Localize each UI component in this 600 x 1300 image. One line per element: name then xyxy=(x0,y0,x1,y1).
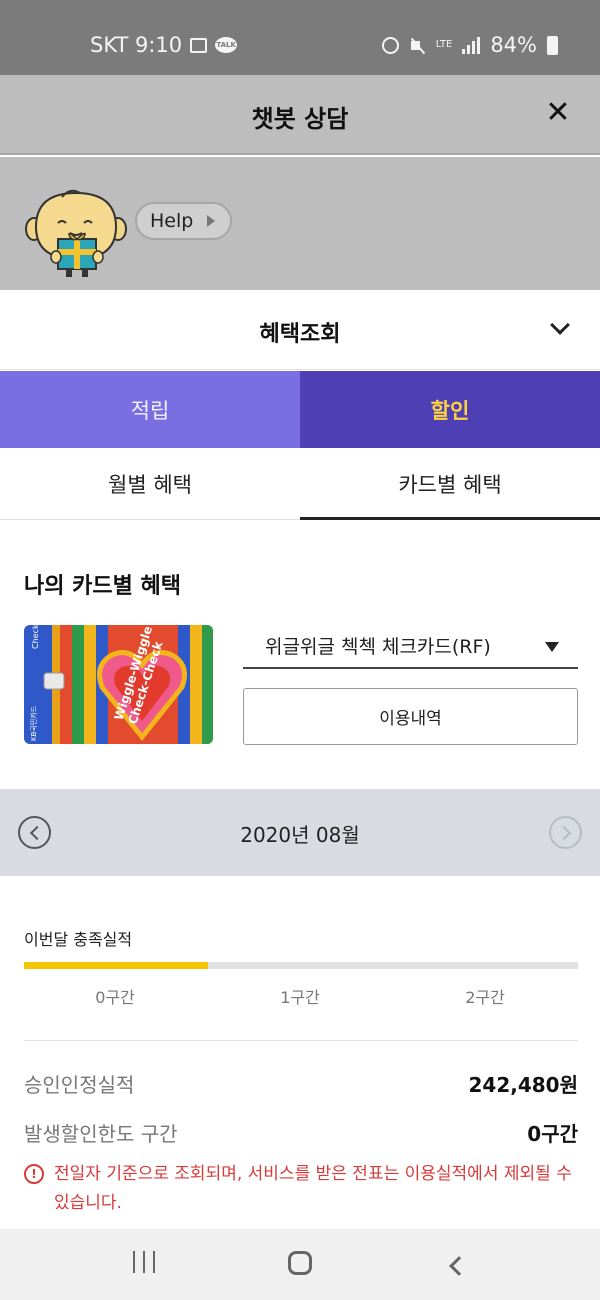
warning-icon: ! xyxy=(24,1164,44,1184)
tier-label-1: 1구간 xyxy=(280,988,320,1007)
divider xyxy=(24,1040,578,1041)
page-title: 챗봇 상담 xyxy=(251,105,349,133)
benefit-inquiry-dropdown[interactable]: 혜택조회 xyxy=(0,290,600,370)
notice-text: 전일자 기준으로 조회되며, 서비스를 받은 전표는 이용실적에서 제외될 수 … xyxy=(54,1164,572,1213)
section-title: 나의 카드별 혜택 xyxy=(24,574,181,599)
play-arrow-icon xyxy=(207,215,216,227)
view-tabs: 월별 혜택 카드별 혜택 xyxy=(0,448,600,520)
help-button[interactable]: Help xyxy=(135,202,232,240)
month-selector: 2020년 08월 xyxy=(0,789,600,876)
recent-apps-icon[interactable] xyxy=(133,1251,155,1279)
status-bar: SKT 9:10 TALK LTE 84% xyxy=(0,0,600,75)
status-right: LTE 84% xyxy=(381,33,558,57)
mascot-band: Help xyxy=(0,157,600,290)
back-icon[interactable] xyxy=(449,1256,469,1276)
carrier-time: SKT 9:10 xyxy=(90,33,183,57)
home-icon[interactable] xyxy=(288,1251,312,1275)
usage-history-button[interactable]: 이용내역 xyxy=(243,688,578,745)
tier-label-0: 0구간 xyxy=(95,988,135,1007)
card-side-bottom: KB국민카드 xyxy=(29,705,38,741)
discount-limit-tier-label: 발생할인한도 구간 xyxy=(24,1122,178,1146)
tab-accumulate[interactable]: 적립 xyxy=(0,371,300,448)
notice: ! 전일자 기준으로 조회되며, 서비스를 받은 전표는 이용실적에서 제외될 … xyxy=(24,1160,584,1218)
card-side-top: Check xyxy=(31,625,40,649)
benefit-inquiry-title: 혜택조회 xyxy=(259,322,341,347)
performance-progress-bar xyxy=(24,962,578,969)
battery-icon xyxy=(547,35,558,55)
lte-icon: LTE xyxy=(435,39,453,50)
gallery-icon xyxy=(190,37,208,53)
approved-performance-label: 승인인정실적 xyxy=(24,1073,135,1097)
performance-progress-fill xyxy=(24,962,209,969)
close-button[interactable]: ✕ xyxy=(540,95,576,131)
month-label: 2020년 08월 xyxy=(240,823,360,847)
discount-limit-tier-value: 0구간 xyxy=(527,1122,578,1146)
benefit-type-tabs: 적립 할인 xyxy=(0,371,600,448)
performance-label: 이번달 충족실적 xyxy=(24,930,133,949)
battery-percent: 84% xyxy=(490,33,537,57)
kakaotalk-icon: TALK xyxy=(215,37,238,53)
mute-icon xyxy=(409,37,426,54)
card-image: Check KB국민카드 Wiggle-Wiggle Check-Check xyxy=(24,625,213,744)
caret-down-icon xyxy=(545,642,559,652)
approved-performance-value: 242,480원 xyxy=(468,1073,579,1097)
help-label: Help xyxy=(150,210,194,232)
chevron-right-icon xyxy=(556,825,571,840)
card-select-value: 위글위글 첵첵 체크카드(RF) xyxy=(265,636,491,658)
tab-discount[interactable]: 할인 xyxy=(300,371,600,448)
alarm-icon xyxy=(381,36,399,54)
mascot-character-icon xyxy=(25,189,127,277)
status-left: SKT 9:10 TALK xyxy=(90,33,238,57)
chatbot-header: 챗봇 상담 ✕ xyxy=(0,75,600,155)
next-month-button[interactable] xyxy=(549,816,582,849)
signal-icon xyxy=(462,36,481,54)
tab-monthly-benefit[interactable]: 월별 혜택 xyxy=(0,448,300,519)
card-select[interactable]: 위글위글 첵첵 체크카드(RF) xyxy=(243,624,578,669)
tab-card-benefit[interactable]: 카드별 혜택 xyxy=(300,448,600,520)
system-nav-bar xyxy=(0,1229,600,1300)
tier-label-2: 2구간 xyxy=(465,988,505,1007)
